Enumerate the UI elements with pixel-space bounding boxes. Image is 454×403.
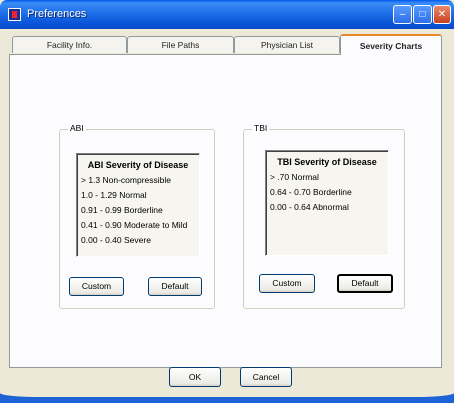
cancel-button[interactable]: Cancel (240, 367, 292, 387)
close-button[interactable]: ✕ (433, 5, 451, 24)
tab-physician-list[interactable]: Physician List (234, 36, 340, 53)
taskbar-strip (0, 393, 454, 403)
dialog-client: Facility Info. File Paths Physician List… (4, 29, 450, 399)
abi-line: > 1.3 Non-compressible (81, 175, 172, 185)
maximize-button[interactable]: □ (413, 5, 432, 24)
tab-file-paths[interactable]: File Paths (127, 36, 234, 53)
tbi-line: 0.00 - 0.64 Abnormal (270, 202, 349, 212)
minimize-button[interactable]: – (393, 5, 412, 24)
tbi-group-label: TBI (252, 123, 270, 133)
abi-custom-button[interactable]: Custom (69, 277, 124, 296)
tbi-group: TBI TBI Severity of Disease > .70 Normal… (243, 123, 405, 309)
title-bar[interactable]: Preferences – □ ✕ (0, 0, 454, 29)
tab-facility-info[interactable]: Facility Info. (12, 36, 127, 53)
ok-button[interactable]: OK (169, 367, 221, 387)
tab-severity-charts[interactable]: Severity Charts (340, 34, 442, 55)
window-title: Preferences (27, 8, 87, 20)
tbi-line: 0.64 - 0.70 Borderline (270, 187, 352, 197)
abi-severity-chart: ABI Severity of Disease > 1.3 Non-compre… (76, 153, 200, 257)
tbi-severity-chart: TBI Severity of Disease > .70 Normal 0.6… (265, 150, 389, 256)
tbi-custom-button[interactable]: Custom (259, 274, 315, 293)
abi-default-button[interactable]: Default (148, 277, 202, 296)
tbi-line: > .70 Normal (270, 172, 319, 182)
abi-chart-title: ABI Severity of Disease (87, 160, 189, 170)
abi-group: ABI ABI Severity of Disease > 1.3 Non-co… (59, 123, 215, 309)
abi-line: 0.91 - 0.99 Borderline (81, 205, 163, 215)
tbi-default-button[interactable]: Default (337, 274, 393, 293)
app-icon (8, 8, 21, 21)
severity-charts-panel: ABI ABI Severity of Disease > 1.3 Non-co… (9, 54, 442, 368)
abi-group-label: ABI (68, 123, 86, 133)
abi-line: 0.41 - 0.90 Moderate to Mild (81, 220, 188, 230)
tbi-chart-title: TBI Severity of Disease (277, 157, 377, 167)
abi-line: 0.00 - 0.40 Severe (81, 235, 151, 245)
abi-line: 1.0 - 1.29 Normal (81, 190, 147, 200)
